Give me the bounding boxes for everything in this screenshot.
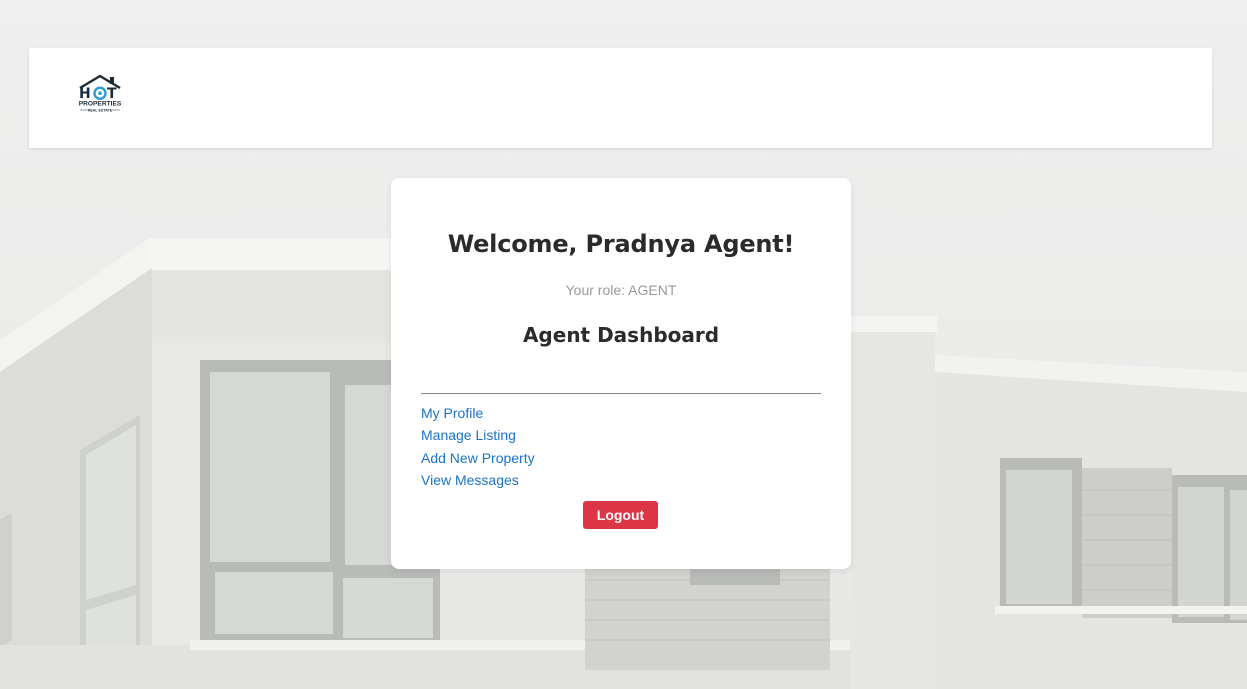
divider <box>421 393 821 394</box>
manage-listing-link[interactable]: Manage Listing <box>421 427 516 443</box>
svg-text:PROPERTIES: PROPERTIES <box>79 101 122 108</box>
page: H T PROPERTIES REAL ESTATE Welcome, Prad… <box>0 0 1247 689</box>
role-text: Your role: AGENT <box>565 282 677 298</box>
top-header: H T PROPERTIES REAL ESTATE <box>29 48 1212 148</box>
menu-item-my-profile: My Profile <box>421 404 535 426</box>
menu-item-add-new-property: Add New Property <box>421 449 535 471</box>
view-messages-link[interactable]: View Messages <box>421 472 519 488</box>
dashboard-card: Welcome, Pradnya Agent! Your role: AGENT… <box>391 178 851 569</box>
welcome-heading: Welcome, Pradnya Agent! <box>447 230 795 258</box>
menu-item-manage-listing: Manage Listing <box>421 426 535 448</box>
dashboard-title: Agent Dashboard <box>522 323 720 347</box>
add-new-property-link[interactable]: Add New Property <box>421 450 535 466</box>
logout-button[interactable]: Logout <box>583 501 658 529</box>
hot-properties-logo[interactable]: H T PROPERTIES REAL ESTATE <box>76 74 124 118</box>
dashboard-menu: My Profile Manage Listing Add New Proper… <box>421 404 535 493</box>
menu-item-view-messages: View Messages <box>421 471 535 493</box>
my-profile-link[interactable]: My Profile <box>421 405 483 421</box>
svg-text:REAL ESTATE: REAL ESTATE <box>88 109 113 113</box>
